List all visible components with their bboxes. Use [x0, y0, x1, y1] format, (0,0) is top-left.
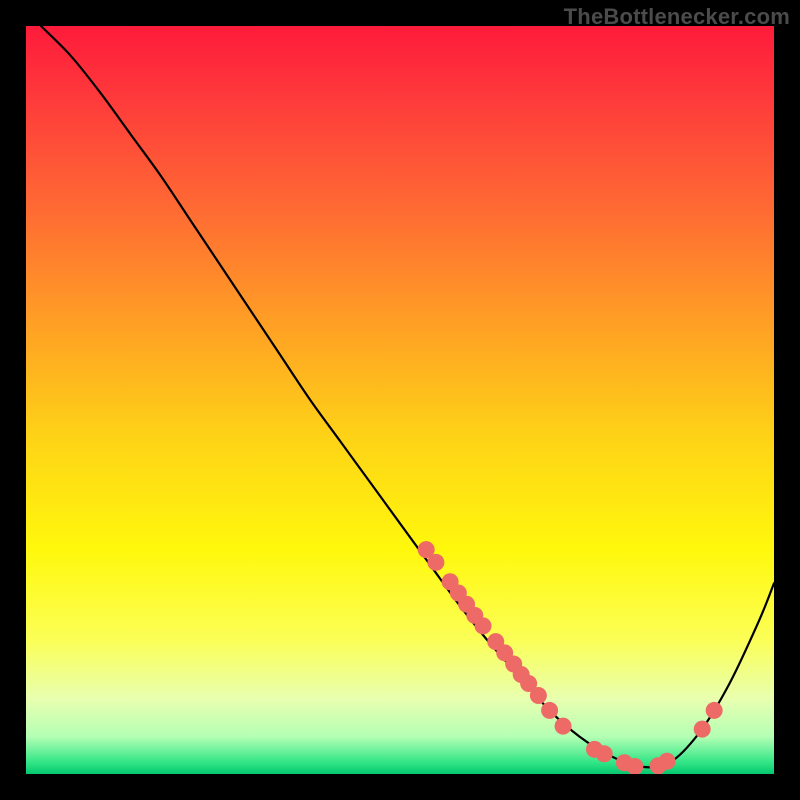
data-point: [659, 753, 676, 770]
bottleneck-chart: [26, 26, 774, 774]
chart-frame: [26, 26, 774, 774]
data-point: [427, 554, 444, 571]
data-point: [555, 718, 572, 735]
data-point: [706, 702, 723, 719]
data-point: [596, 745, 613, 762]
data-point: [530, 687, 547, 704]
gradient-background: [26, 26, 774, 774]
data-point: [694, 721, 711, 738]
attribution-text: TheBottlenecker.com: [564, 4, 790, 30]
data-point: [541, 702, 558, 719]
data-point: [475, 617, 492, 634]
